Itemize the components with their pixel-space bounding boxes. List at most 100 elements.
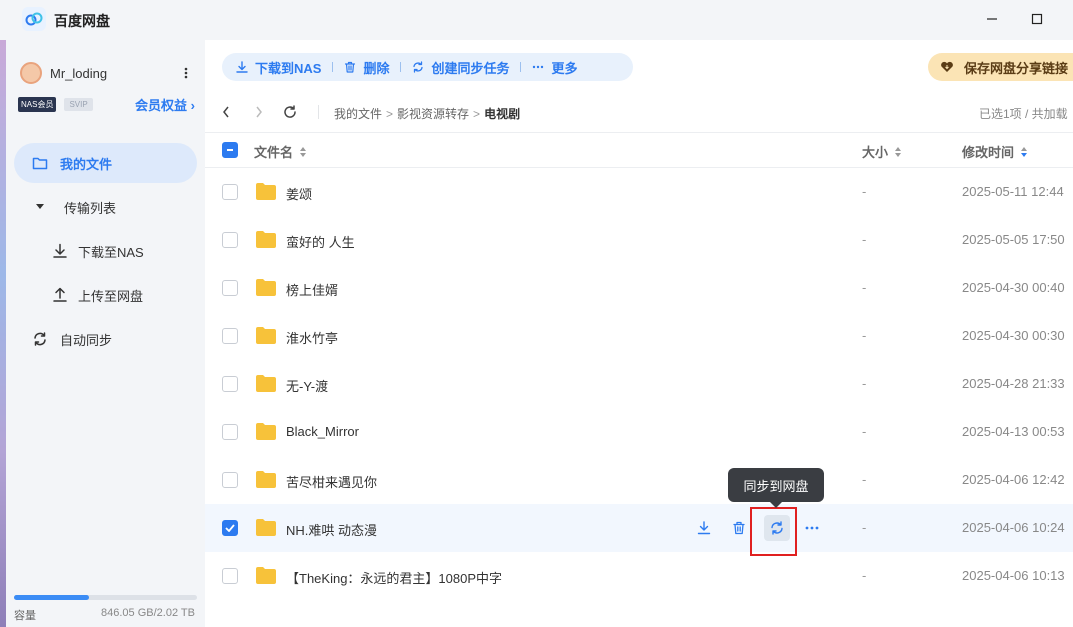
table-row[interactable]: Black_Mirror - 2025-04-13 00:53 [205, 408, 1073, 456]
app-title: 百度网盘 [54, 13, 110, 29]
file-name[interactable]: NH.难哄 动态漫 [286, 520, 377, 539]
nas-member-badge: NAS会员 [18, 96, 57, 112]
table-row[interactable]: 淮水竹亭 - 2025-04-30 00:30 [205, 312, 1073, 360]
breadcrumb-item[interactable]: 我的文件 [334, 105, 382, 122]
sidebar-item-download-to-nas[interactable]: 下载至NAS [14, 231, 197, 271]
file-modified-date: 2025-04-06 10:13 [962, 568, 1065, 583]
back-arrow-icon[interactable] [217, 103, 235, 121]
member-benefits-link[interactable]: 会员权益 › [135, 95, 195, 114]
sort-icon [894, 146, 902, 158]
toolbar-divider [332, 62, 334, 72]
file-size: - [862, 568, 867, 583]
member-benefits-label: 会员权益 [135, 98, 188, 113]
file-size: - [862, 520, 867, 535]
sidebar-item-auto-sync[interactable]: 自动同步 [14, 319, 197, 359]
folder-icon [256, 279, 276, 296]
forward-arrow-icon[interactable] [250, 103, 268, 121]
row-checkbox[interactable] [222, 232, 238, 248]
row-more-icon[interactable] [800, 516, 824, 540]
breadcrumb-separator: > [386, 106, 394, 121]
table-row[interactable]: 榜上佳婿 - 2025-04-30 00:40 [205, 264, 1073, 312]
file-name[interactable]: 蛮好的 人生 [286, 232, 355, 251]
more-horizontal-icon [532, 65, 544, 69]
column-header-label: 文件名 [254, 145, 294, 160]
column-header-label: 大小 [862, 145, 889, 160]
table-row[interactable]: NH.难哄 动态漫 - 2025-04-06 10:24 [205, 504, 1073, 552]
refresh-icon[interactable] [281, 103, 299, 121]
column-header-name[interactable]: 文件名 [254, 142, 307, 161]
column-header-size[interactable]: 大小 [862, 142, 902, 161]
file-size: - [862, 424, 867, 439]
sidebar-item-transfer-list[interactable]: 传输列表 [14, 187, 197, 227]
username: Mr_loding [50, 65, 108, 81]
delete-label: 删除 [363, 60, 390, 76]
sidebar-item-label: 上传至网盘 [78, 288, 144, 304]
breadcrumb: 我的文件 > 影视资源转存 > 电视剧 [334, 105, 520, 122]
row-trash-icon[interactable] [727, 516, 751, 540]
row-checkbox[interactable] [222, 328, 238, 344]
row-checkbox[interactable] [222, 424, 238, 440]
folder-icon [256, 567, 276, 584]
caret-down-icon[interactable] [30, 203, 50, 211]
delete-button[interactable]: 删除 [344, 58, 389, 77]
create-sync-task-label: 创建同步任务 [431, 60, 510, 76]
file-modified-date: 2025-04-06 10:24 [962, 520, 1065, 535]
minimize-button[interactable] [978, 8, 1006, 30]
more-label: 更多 [551, 60, 578, 76]
folder-icon [256, 471, 276, 488]
more-button[interactable]: 更多 [532, 58, 578, 77]
save-share-link-label: 保存网盘分享链接 [964, 60, 1069, 76]
file-size: - [862, 328, 867, 343]
row-checkbox[interactable] [222, 280, 238, 296]
select-all-checkbox[interactable] [222, 142, 238, 158]
sidebar-item-upload-to-netdisk[interactable]: 上传至网盘 [14, 275, 197, 315]
sidebar-item-label: 自动同步 [60, 332, 113, 348]
file-name[interactable]: 无-Y-渡 [286, 376, 328, 395]
download-to-nas-button[interactable]: 下载到NAS [236, 58, 321, 77]
sync-icon [30, 331, 50, 347]
maximize-button[interactable] [1023, 8, 1051, 30]
sidebar-item-label: 下载至NAS [78, 244, 144, 260]
sort-icon [1020, 146, 1028, 158]
table-row[interactable]: 无-Y-渡 - 2025-04-28 21:33 [205, 360, 1073, 408]
file-modified-date: 2025-04-30 00:40 [962, 280, 1065, 295]
user-profile[interactable]: Mr_loding [20, 62, 200, 84]
file-name[interactable]: 姜颂 [286, 184, 312, 203]
storage-progress-fill [14, 595, 90, 600]
row-download-icon[interactable] [692, 516, 716, 540]
table-row[interactable]: 姜颂 - 2025-05-11 12:44 [205, 168, 1073, 216]
create-sync-task-button[interactable]: 创建同步任务 [412, 58, 509, 77]
storage-progress-bar [14, 595, 197, 600]
file-modified-date: 2025-04-13 00:53 [962, 424, 1065, 439]
folder-icon [256, 519, 276, 536]
toolbar-divider [520, 62, 522, 72]
file-name[interactable]: 淮水竹亭 [286, 328, 338, 347]
sort-icon [299, 146, 307, 158]
sidebar-item-my-files[interactable]: 我的文件 [14, 143, 197, 183]
baidu-netdisk-logo-icon [22, 7, 46, 31]
more-vertical-icon[interactable] [179, 62, 193, 84]
svip-badge: SVIP [64, 97, 93, 111]
file-name[interactable]: Black_Mirror [286, 424, 359, 439]
file-name[interactable]: 苦尽柑来遇见你 [286, 472, 377, 491]
row-checkbox[interactable] [222, 184, 238, 200]
column-header-modified[interactable]: 修改时间 [962, 142, 1028, 161]
breadcrumb-item[interactable]: 影视资源转存 [397, 105, 469, 122]
navigation-row: 我的文件 > 影视资源转存 > 电视剧 已选1项 / 共加载 [205, 100, 1073, 124]
table-row[interactable]: 蛮好的 人生 - 2025-05-05 17:50 [205, 216, 1073, 264]
file-name[interactable]: 榜上佳婿 [286, 280, 338, 299]
file-name[interactable]: 【TheKing：永远的君主】1080P中字 [286, 568, 502, 587]
row-checkbox[interactable] [222, 520, 238, 536]
table-header: 文件名 大小 修改时间 [205, 132, 1073, 168]
save-share-link-button[interactable]: 保存网盘分享链接 [928, 53, 1073, 81]
row-checkbox[interactable] [222, 568, 238, 584]
main-content: 下载到NAS 删除 创建同步任务 更多 保存网盘分享链接 我的文件 > 影视资源… [205, 40, 1073, 627]
file-size: - [862, 376, 867, 391]
folder-icon [256, 423, 276, 440]
table-row[interactable]: 【TheKing：永远的君主】1080P中字 - 2025-04-06 10:13 [205, 552, 1073, 600]
table-row[interactable]: 苦尽柑来遇见你 - 2025-04-06 12:42 [205, 456, 1073, 504]
selection-info: 已选1项 / 共加载 [979, 107, 1068, 121]
row-checkbox[interactable] [222, 376, 238, 392]
row-checkbox[interactable] [222, 472, 238, 488]
avatar[interactable] [20, 62, 42, 84]
